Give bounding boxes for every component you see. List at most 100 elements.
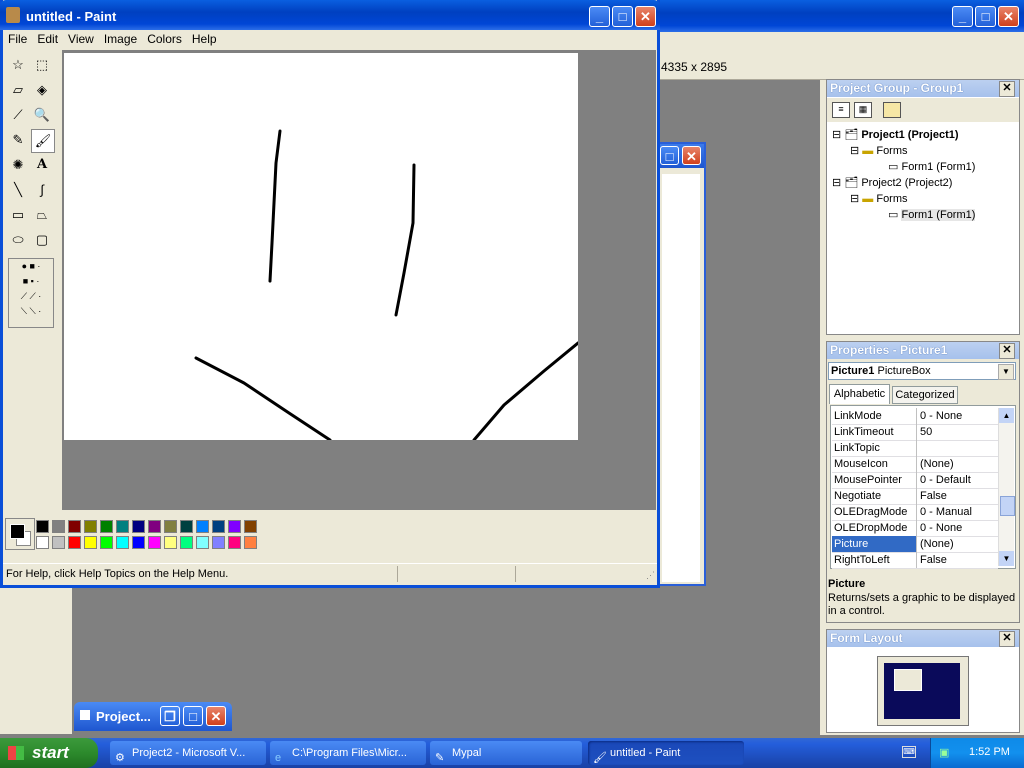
- properties-close-button[interactable]: ✕: [999, 343, 1015, 359]
- paint-titlebar[interactable]: untitled - Paint: [0, 0, 660, 30]
- form-designer-window[interactable]: □ ✕: [656, 142, 706, 586]
- form-designer-canvas[interactable]: [662, 174, 700, 582]
- property-row[interactable]: MousePointer 0 - Default: [832, 472, 998, 489]
- property-scrollbar[interactable]: ▲ ▼: [998, 408, 1015, 566]
- color-swatch[interactable]: [164, 536, 177, 549]
- paint-close-button[interactable]: ✕: [635, 6, 656, 27]
- eraser-tool-icon[interactable]: ▱: [7, 79, 29, 101]
- tree-item-form1-2[interactable]: ▭ Form1 (Form1): [888, 208, 976, 221]
- tree-item-project2[interactable]: ⊟ 🗂 Project2 (Project2): [832, 176, 952, 189]
- project-group-close-button[interactable]: ✕: [999, 81, 1015, 97]
- taskbar-item-vb[interactable]: ⚙ Project2 - Microsoft V...: [110, 741, 266, 765]
- menu-edit[interactable]: Edit: [32, 30, 63, 48]
- polygon-tool-icon[interactable]: ⏢: [31, 204, 53, 226]
- resize-grip-icon[interactable]: ⋰: [646, 570, 655, 581]
- property-row[interactable]: OLEDragMode 0 - Manual: [832, 504, 998, 521]
- property-value[interactable]: 50: [918, 424, 932, 440]
- color-swatch[interactable]: [116, 520, 129, 533]
- color-swatch[interactable]: [84, 520, 97, 533]
- fill-tool-icon[interactable]: ◈: [31, 79, 53, 101]
- property-value[interactable]: [918, 440, 920, 456]
- object-selector[interactable]: Picture1 PictureBox ▼: [828, 362, 1016, 380]
- color-swatch[interactable]: [196, 520, 209, 533]
- menu-image[interactable]: Image: [99, 30, 142, 48]
- property-row[interactable]: MouseIcon (None): [832, 456, 998, 473]
- color-swatch[interactable]: [164, 520, 177, 533]
- color-swatch[interactable]: [36, 536, 49, 549]
- color-swatch[interactable]: [52, 536, 65, 549]
- property-value[interactable]: 0 - None: [918, 408, 962, 424]
- property-row[interactable]: RightToLeft False: [832, 552, 998, 569]
- view-object-icon[interactable]: ▦: [854, 102, 872, 118]
- color-swatch[interactable]: [68, 536, 81, 549]
- color-swatch[interactable]: [180, 536, 193, 549]
- tree-item-form1-1[interactable]: ▭ Form1 (Form1): [888, 160, 975, 173]
- brush-tool-icon[interactable]: 🖌: [31, 129, 55, 153]
- scroll-down-icon[interactable]: ▼: [999, 551, 1014, 566]
- color-swatch[interactable]: [68, 520, 81, 533]
- menu-view[interactable]: View: [63, 30, 99, 48]
- color-swatch[interactable]: [84, 536, 97, 549]
- toggle-folders-icon[interactable]: [883, 102, 901, 118]
- color-swatch[interactable]: [52, 520, 65, 533]
- rounded-rect-tool-icon[interactable]: ▢: [31, 229, 53, 251]
- color-picker-tool-icon[interactable]: ⟋: [7, 104, 29, 126]
- property-value[interactable]: False: [918, 552, 947, 568]
- rect-select-tool-icon[interactable]: ⬚: [31, 54, 53, 76]
- network-icon[interactable]: ▣: [939, 746, 949, 759]
- tree-item-forms-2[interactable]: ⊟ ▬ Forms: [850, 192, 908, 205]
- rectangle-tool-icon[interactable]: ▭: [7, 204, 29, 226]
- property-value[interactable]: 0 - Manual: [918, 504, 972, 520]
- color-swatch[interactable]: [244, 536, 257, 549]
- color-swatch[interactable]: [100, 520, 113, 533]
- taskbar-item-paint[interactable]: 🖌 untitled - Paint: [588, 741, 744, 765]
- property-value[interactable]: (None): [918, 536, 954, 552]
- drawing-canvas[interactable]: [64, 53, 578, 440]
- color-swatch[interactable]: [212, 536, 225, 549]
- taskbar-item-ie[interactable]: e C:\Program Files\Micr...: [270, 741, 426, 765]
- pencil-tool-icon[interactable]: ✎: [7, 129, 29, 151]
- scroll-up-icon[interactable]: ▲: [999, 408, 1014, 423]
- minimized-project-window[interactable]: Project... ❐ □ ✕: [74, 702, 232, 731]
- color-swatch[interactable]: [180, 520, 193, 533]
- property-value[interactable]: 0 - None: [918, 520, 962, 536]
- color-swatch[interactable]: [116, 536, 129, 549]
- tray-keyboard-icon[interactable]: ⌨: [902, 746, 916, 758]
- view-code-icon[interactable]: ≡: [832, 102, 850, 118]
- chevron-down-icon[interactable]: ▼: [998, 364, 1014, 380]
- form-layout-close-button[interactable]: ✕: [999, 631, 1015, 647]
- tree-item-forms-1[interactable]: ⊟ ▬ Forms: [850, 144, 908, 157]
- property-row[interactable]: LinkTimeout 50: [832, 424, 998, 441]
- property-value[interactable]: 0 - Default: [918, 472, 971, 488]
- color-swatch[interactable]: [244, 520, 257, 533]
- color-swatch[interactable]: [36, 520, 49, 533]
- tree-item-project1[interactable]: ⊟ 🗂 Project1 (Project1): [832, 128, 959, 141]
- scroll-thumb[interactable]: [1000, 496, 1015, 516]
- vb-minimize-button[interactable]: _: [952, 6, 973, 27]
- paint-maximize-button[interactable]: □: [612, 6, 633, 27]
- start-button[interactable]: start: [0, 738, 98, 768]
- restore-button[interactable]: ❐: [160, 706, 180, 726]
- magnifier-tool-icon[interactable]: 🔍: [31, 104, 53, 126]
- menu-colors[interactable]: Colors: [142, 30, 187, 48]
- color-swatch[interactable]: [196, 536, 209, 549]
- current-colors[interactable]: [5, 518, 35, 550]
- property-value[interactable]: False: [918, 488, 947, 504]
- vb-close-button[interactable]: ✕: [998, 6, 1019, 27]
- tab-categorized[interactable]: Categorized: [892, 386, 958, 404]
- tab-alphabetic[interactable]: Alphabetic: [829, 384, 890, 404]
- curve-tool-icon[interactable]: ∫: [31, 179, 53, 201]
- property-row[interactable]: Negotiate False: [832, 488, 998, 505]
- property-row[interactable]: ...Picture(None): [832, 536, 998, 553]
- free-select-tool-icon[interactable]: ☆: [7, 54, 29, 76]
- color-swatch[interactable]: [148, 520, 161, 533]
- vb-maximize-button[interactable]: □: [975, 6, 996, 27]
- form-position-preview[interactable]: [894, 669, 922, 691]
- menu-help[interactable]: Help: [187, 30, 222, 48]
- form-designer-close-button[interactable]: ✕: [682, 146, 701, 165]
- primary-color-swatch[interactable]: [10, 524, 25, 539]
- color-swatch[interactable]: [132, 536, 145, 549]
- form-designer-maximize-button[interactable]: □: [660, 146, 679, 165]
- ellipse-tool-icon[interactable]: ⬭: [7, 229, 29, 251]
- property-row[interactable]: OLEDropMode 0 - None: [832, 520, 998, 537]
